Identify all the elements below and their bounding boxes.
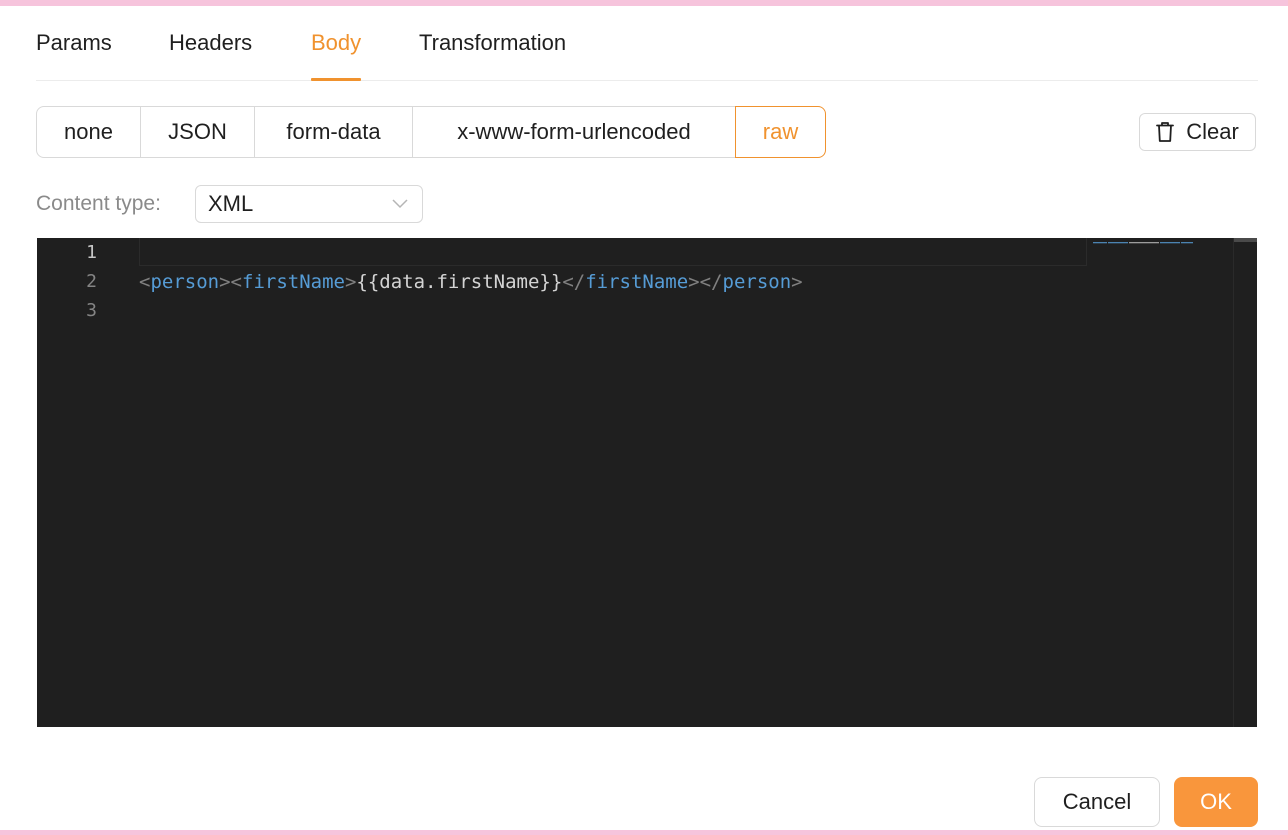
body-type-none[interactable]: none xyxy=(36,106,141,158)
clear-button[interactable]: Clear xyxy=(1139,113,1256,151)
top-accent-bar xyxy=(0,0,1288,6)
clear-button-label: Clear xyxy=(1186,119,1239,144)
tab-params[interactable]: Params xyxy=(36,24,112,80)
editor-scrollbar[interactable] xyxy=(1233,238,1257,727)
ok-button[interactable]: OK xyxy=(1174,777,1258,827)
xml-punctuation: </ xyxy=(562,271,586,293)
body-type-selector: none JSON form-data x-www-form-urlencode… xyxy=(36,106,826,158)
trash-icon xyxy=(1156,122,1175,142)
line-number: 1 xyxy=(86,242,97,263)
code-line: <person><firstName>{{data.firstName}}</f… xyxy=(139,267,803,297)
xml-punctuation: > xyxy=(344,271,357,293)
xml-punctuation: < xyxy=(230,271,242,293)
body-type-form-data[interactable]: form-data xyxy=(255,106,413,158)
xml-tag-name: firstName xyxy=(585,271,689,293)
editor-scroll-thumb[interactable] xyxy=(1234,238,1257,242)
request-tabs: Params Headers Body Transformation xyxy=(36,24,1258,81)
body-type-json[interactable]: JSON xyxy=(141,106,255,158)
xml-punctuation: > xyxy=(791,271,803,293)
xml-punctuation: </ xyxy=(699,271,723,293)
tab-headers[interactable]: Headers xyxy=(169,24,252,80)
xml-punctuation: < xyxy=(139,271,151,293)
code-editor[interactable]: 1 2 3 <person><firstName>{{data.firstNam… xyxy=(37,238,1257,727)
xml-tag-name: firstName xyxy=(242,271,345,293)
xml-punctuation: > xyxy=(219,271,231,293)
chevron-down-icon xyxy=(392,199,408,209)
content-type-value: XML xyxy=(208,191,254,216)
tab-body[interactable]: Body xyxy=(311,24,362,81)
xml-text: {{data.firstName}} xyxy=(356,271,563,293)
xml-tag-name: person xyxy=(150,271,220,293)
content-type-label: Content type: xyxy=(36,192,161,215)
cancel-button[interactable]: Cancel xyxy=(1034,777,1160,827)
xml-punctuation: > xyxy=(688,271,700,293)
content-type-select[interactable]: XML xyxy=(195,185,423,223)
editor-minimap xyxy=(1093,242,1193,244)
line-number-gutter: 1 2 3 xyxy=(37,238,117,727)
xml-tag-name: person xyxy=(722,271,792,293)
line-number: 2 xyxy=(86,271,97,292)
current-line-highlight xyxy=(139,238,1087,266)
body-type-raw[interactable]: raw xyxy=(735,106,826,158)
line-number: 3 xyxy=(86,300,97,321)
body-type-x-www-form-urlencoded[interactable]: x-www-form-urlencoded xyxy=(413,106,736,158)
tab-transformation[interactable]: Transformation xyxy=(419,24,566,80)
bottom-accent-bar xyxy=(0,830,1288,835)
active-tab-underline xyxy=(311,78,362,81)
